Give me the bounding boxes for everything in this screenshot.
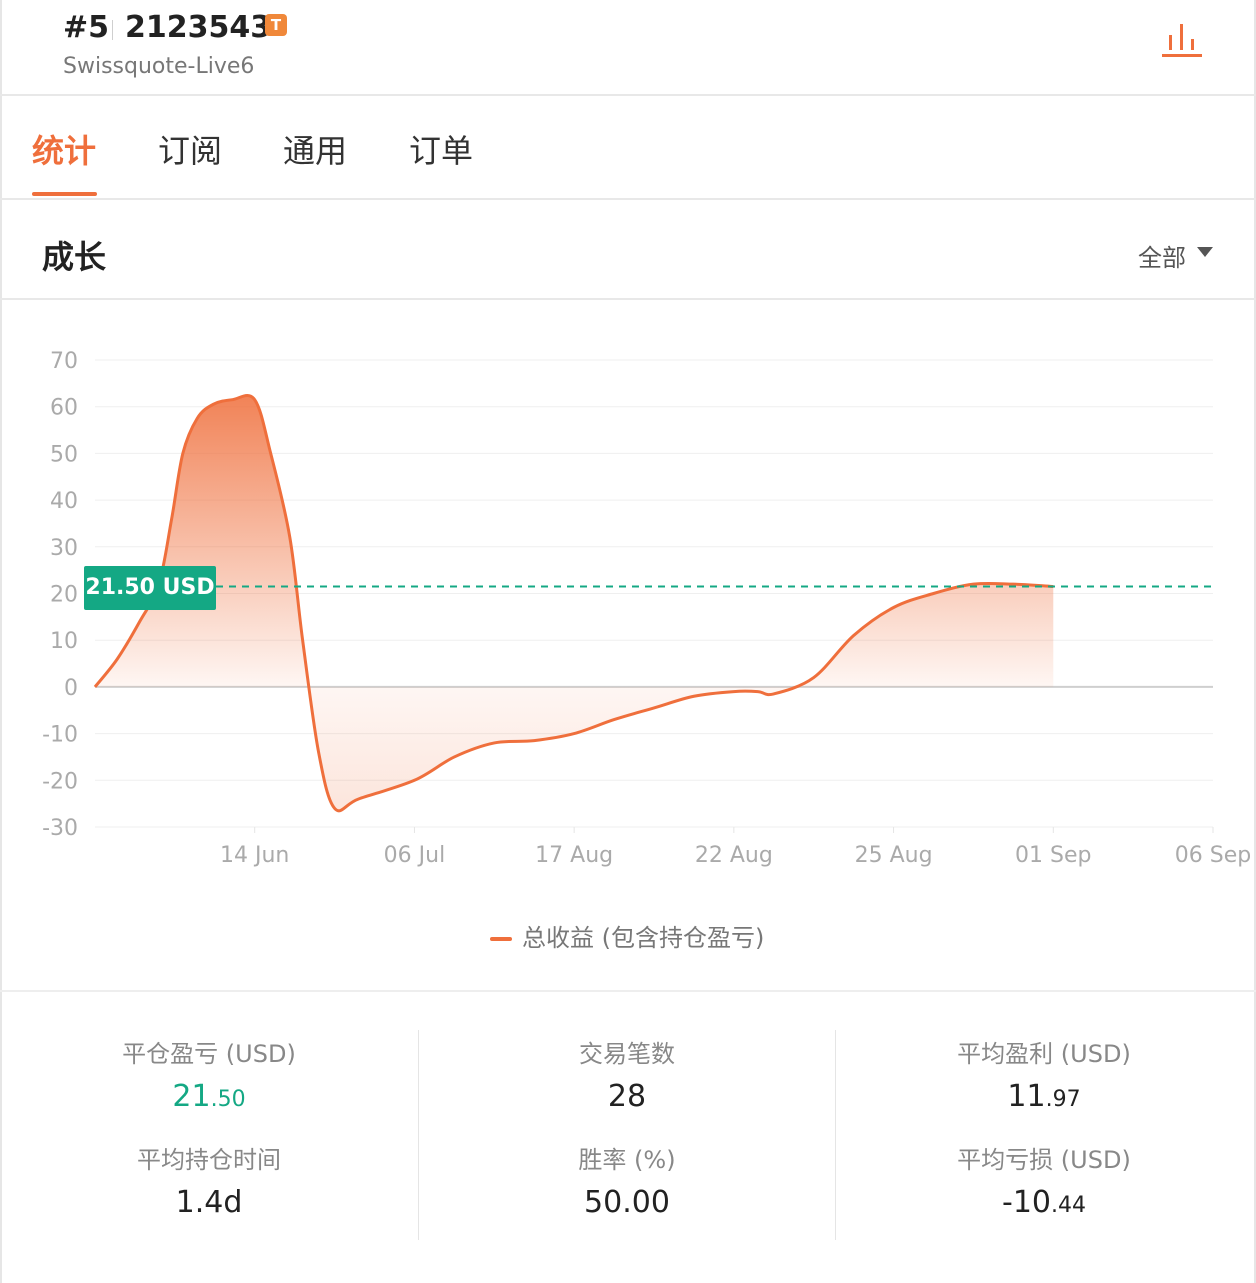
x-tick-label: 06 Sep — [1175, 843, 1251, 868]
stat-avg-hold-time: 平均持仓时间 1.4d — [0, 1140, 418, 1220]
y-tick-label: 50 — [50, 442, 78, 467]
legend-swatch — [490, 937, 512, 941]
account-type-badge: T — [265, 14, 287, 36]
x-tick-label: 17 Aug — [535, 843, 613, 868]
bar-chart-icon[interactable] — [1158, 18, 1206, 66]
tab-general[interactable]: 通用 — [283, 126, 347, 172]
stat-label: 平仓盈亏 (USD) — [122, 1040, 296, 1068]
section-title: 成长 — [42, 238, 107, 276]
y-tick-label: 70 — [50, 349, 78, 374]
chevron-down-icon[interactable] — [1197, 247, 1213, 257]
stat-avg-profit: 平均盈利 (USD) 11.97 — [835, 1034, 1253, 1114]
tab-subscribe[interactable]: 订阅 — [158, 126, 222, 172]
stat-value-int: -10 — [1002, 1185, 1051, 1220]
stat-value: 11.97 — [835, 1079, 1253, 1114]
rank-label: #5 — [63, 10, 110, 45]
x-tick-label: 25 Aug — [855, 843, 933, 868]
y-tick-label: -10 — [42, 723, 78, 748]
stats-column-middle: 交易笔数 28 胜率 (%) 50.00 — [418, 1030, 836, 1240]
stat-value: 1.4d — [175, 1185, 243, 1220]
stat-win-rate: 胜率 (%) 50.00 — [418, 1140, 836, 1220]
stat-label: 交易笔数 — [579, 1040, 675, 1068]
server-name: Swissquote-Live6 — [63, 54, 255, 79]
stat-value: 50.00 — [584, 1185, 670, 1220]
y-tick-label: -20 — [42, 769, 78, 794]
stat-value: 28 — [607, 1079, 647, 1114]
stat-value-int: 21 — [172, 1079, 211, 1114]
stats-column-left: 平仓盈亏 (USD) 21.50 平均持仓时间 1.4d — [0, 1030, 418, 1240]
stat-trade-count: 交易笔数 28 — [418, 1034, 836, 1114]
y-tick-label: 0 — [64, 676, 78, 701]
x-tick-label: 14 Jun — [220, 843, 289, 868]
tab-statistics[interactable]: 统计 — [32, 126, 96, 172]
growth-section-header: 成长 全部 — [0, 200, 1256, 300]
header-separator — [112, 20, 113, 40]
range-filter-dropdown[interactable]: 全部 — [1138, 238, 1186, 273]
series-area — [95, 395, 1054, 811]
y-tick-label: 20 — [50, 583, 78, 608]
stat-label: 胜率 (%) — [578, 1146, 676, 1174]
stat-value-dec: .97 — [1045, 1087, 1081, 1112]
y-tick-label: -30 — [42, 816, 78, 841]
stat-value-dec: .44 — [1051, 1193, 1086, 1218]
y-tick-label: 40 — [50, 489, 78, 514]
tab-bar: 统计 订阅 通用 订单 — [0, 96, 1256, 200]
stat-label: 平均盈利 (USD) — [957, 1040, 1131, 1068]
stats-column-right: 平均盈利 (USD) 11.97 平均亏损 (USD) -10.44 — [835, 1030, 1253, 1240]
stats-divider — [0, 990, 1256, 992]
stat-value: -10.44 — [835, 1185, 1253, 1220]
stat-avg-loss: 平均亏损 (USD) -10.44 — [835, 1140, 1253, 1220]
active-tab-indicator — [32, 192, 97, 196]
x-tick-label: 06 Jul — [384, 843, 446, 868]
y-tick-label: 30 — [50, 536, 78, 561]
y-tick-label: 60 — [50, 396, 78, 421]
tab-orders[interactable]: 订单 — [409, 126, 473, 172]
current-value-badge: 21.50 USD — [84, 566, 216, 610]
stat-value-dec: .50 — [210, 1087, 246, 1112]
account-header: #5 2123543 T Swissquote-Live6 — [0, 0, 1256, 96]
account-id: 2123543 — [125, 10, 272, 45]
stat-value: 21.50 — [0, 1079, 418, 1114]
y-tick-label: 10 — [50, 629, 78, 654]
x-tick-label: 22 Aug — [695, 843, 773, 868]
stat-label: 平均持仓时间 — [137, 1146, 281, 1174]
growth-chart-area: 70 60 50 40 30 20 10 0 -10 -20 -30 14 Jun 06 Jul 17 A… — [0, 300, 1256, 990]
chart-legend[interactable]: 总收益 (包含持仓盈亏) — [490, 918, 764, 953]
stat-label: 平均亏损 (USD) — [957, 1146, 1131, 1174]
stat-closed-pnl: 平仓盈亏 (USD) 21.50 — [0, 1034, 418, 1114]
legend-label: 总收益 (包含持仓盈亏) — [522, 924, 765, 952]
x-tick-label: 01 Sep — [1015, 843, 1091, 868]
stat-value-int: 11 — [1007, 1079, 1046, 1114]
